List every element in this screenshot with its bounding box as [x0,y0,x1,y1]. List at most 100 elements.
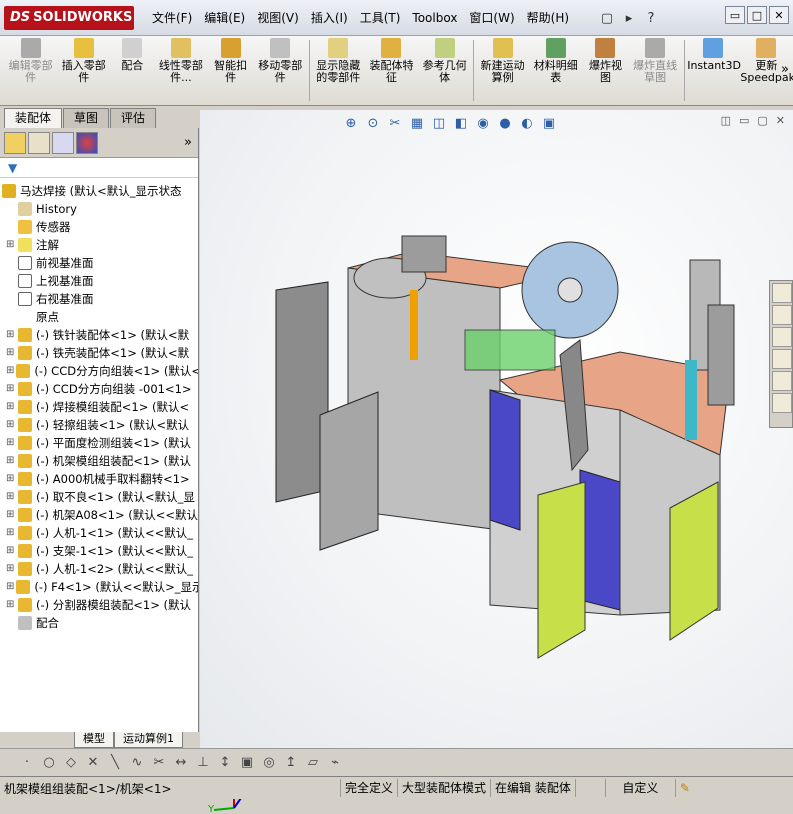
tab-motion-study[interactable]: 运动算例1 [114,732,183,748]
menu-item-4[interactable]: 工具(T) [354,8,407,28]
split-view-icon[interactable]: ◫ [721,114,731,127]
dimension-icon[interactable]: ↔ [170,755,192,770]
spline-icon[interactable]: ∿ [126,755,148,770]
tree-item[interactable]: 传感器 [0,218,198,236]
plane-icon[interactable]: ▱ [302,755,324,770]
close-button[interactable]: ✕ [769,6,789,24]
expand-icon[interactable]: ⊞ [6,560,16,578]
tab-model[interactable]: 模型 [74,732,114,748]
polygon-icon[interactable]: ◇ [60,755,82,770]
new-doc-icon[interactable]: ▢ [596,8,618,28]
cross-icon[interactable]: ✕ [82,755,104,770]
cmd-exploded-view-button[interactable]: 爆炸视图 [582,36,628,105]
cmd-bom-button[interactable]: 材料明细表 [529,36,582,105]
fm-expand-icon[interactable]: » [184,135,192,150]
tree-item[interactable]: ⊞ (-) 轻擦组装<1> (默认<默认 [0,416,198,434]
tree-item[interactable]: ⊞ (-) 人机-1<2> (默认<<默认_ [0,560,198,578]
expand-icon[interactable]: ⊞ [6,488,16,506]
expand-icon[interactable]: ⊞ [6,470,16,488]
tree-item[interactable]: 配合 [0,614,198,632]
tree-item[interactable]: ⊞ (-) A000机械手取料翻转<1> [0,470,198,488]
cmd-instant3d-button[interactable]: Instant3D [687,36,741,105]
view-settings-icon[interactable]: ▣ [538,113,560,133]
cmd-linear-pattern-button[interactable]: 线性零部件... [154,36,207,105]
tree-item[interactable]: History [0,200,198,218]
smart-icon[interactable]: ⌁ [324,755,346,770]
previous-view-icon[interactable]: ✂ [384,113,406,133]
tree-item[interactable]: ⊞ (-) 机架A08<1> (默认<<默认 [0,506,198,524]
tab-assembly[interactable]: 装配体 [4,108,63,128]
cmd-insert-component-button[interactable]: 插入零部件 [57,36,110,105]
view-palette-icon[interactable] [772,349,792,369]
assembly-model[interactable] [200,110,793,748]
expand-icon[interactable]: ⊞ [6,416,16,434]
display-manager-tab-icon[interactable] [76,131,98,154]
section-view-icon[interactable]: ▦ [406,113,428,133]
expand-icon[interactable]: ⊞ [6,326,16,344]
rebuild-icon[interactable]: ✎ [674,779,694,797]
open-icon[interactable]: ▸ [618,8,640,28]
custom-properties-icon[interactable] [772,393,792,413]
scene-icon[interactable]: ◐ [516,113,538,133]
cmd-assembly-feature-button[interactable]: 装配体特征 [365,36,418,105]
expand-icon[interactable]: ⊞ [6,236,16,254]
point-icon[interactable]: · [16,755,38,770]
graphics-area[interactable]: ⊕⊙✂▦◫◧◉●◐▣ ◫ ▭ ▢ ✕ Z Y [200,110,793,814]
tab-evaluate[interactable]: 评估 [110,108,157,128]
cmd-move-component-button[interactable]: 移动零部件 [254,36,307,105]
expand-icon[interactable]: ⊞ [6,542,16,560]
tree-item[interactable]: 上视基准面 [0,272,198,290]
tree-item[interactable]: 右视基准面 [0,290,198,308]
resources-icon[interactable] [772,283,792,303]
maximize-button[interactable]: □ [747,6,767,24]
menu-item-5[interactable]: Toolbox [406,8,463,28]
expand-icon[interactable]: ⊞ [6,380,16,398]
appearance-icon[interactable]: ● [494,113,516,133]
status-units[interactable]: 自定义 [604,779,675,797]
tree-item[interactable]: 原点 [0,308,198,326]
tree-item[interactable]: ⊞ (-) 取不良<1> (默认<默认_显 [0,488,198,506]
expand-icon[interactable]: ⊞ [6,398,16,416]
expand-icon[interactable]: ⊞ [6,596,16,614]
configuration-tab-icon[interactable] [52,131,74,154]
box-icon[interactable]: ▣ [236,755,258,770]
expand-icon[interactable]: ⊞ [6,452,16,470]
filter-icon[interactable]: ▼ [8,161,17,175]
expand-icon[interactable]: ⊞ [6,362,14,380]
menu-item-0[interactable]: 文件(F) [146,8,198,28]
viewport-restore-icon[interactable]: ▢ [757,114,767,127]
minimize-button[interactable]: ▭ [725,6,745,24]
view-orientation-icon[interactable]: ◫ [428,113,450,133]
arrow-icon[interactable]: ↥ [280,755,302,770]
display-style-icon[interactable]: ◧ [450,113,472,133]
feature-tree-tab-icon[interactable] [4,131,26,154]
tree-item[interactable]: ⊞ (-) CCD分方向组装<1> (默认< [0,362,198,380]
tree-item[interactable]: ⊞ (-) 支架-1<1> (默认<<默认_ [0,542,198,560]
trim-icon[interactable]: ✂ [148,755,170,770]
menu-item-7[interactable]: 帮助(H) [521,8,575,28]
cmd-reference-geometry-button[interactable]: 参考几何体 [418,36,471,105]
tree-item[interactable]: ⊞ (-) 铁壳装配体<1> (默认<默 [0,344,198,362]
expand-icon[interactable]: ⊞ [6,578,14,596]
property-manager-tab-icon[interactable] [28,131,50,154]
filter-bar[interactable]: ▼ [0,158,198,178]
tree-item[interactable]: 前视基准面 [0,254,198,272]
relation-icon[interactable]: ⊥ [192,755,214,770]
expand-icon[interactable]: ⊞ [6,506,16,524]
tree-item[interactable]: ⊞ (-) 焊接模组装配<1> (默认< [0,398,198,416]
tree-item[interactable]: ⊞ (-) 铁针装配体<1> (默认<默 [0,326,198,344]
appearances-icon[interactable] [772,371,792,391]
design-library-icon[interactable] [772,305,792,325]
tree-root[interactable]: 马达焊接 (默认<默认_显示状态 [0,182,198,200]
axis-icon[interactable]: ↕ [214,755,236,770]
tree-item[interactable]: ⊞ 注解 [0,236,198,254]
cmd-smart-fastener-button[interactable]: 智能扣件 [207,36,253,105]
tree-item[interactable]: ⊞ (-) 分割器模组装配<1> (默认 [0,596,198,614]
tree-item[interactable]: ⊞ (-) CCD分方向组装 -001<1> [0,380,198,398]
cmd-edit-component-button[interactable]: 编辑零部件 [4,36,57,105]
tree-item[interactable]: ⊞ (-) F4<1> (默认<<默认>_显示 [0,578,198,596]
expand-icon[interactable]: ⊞ [6,434,16,452]
help-icon[interactable]: ? [640,8,662,28]
menu-item-6[interactable]: 窗口(W) [463,8,520,28]
tab-sketch[interactable]: 草图 [63,108,110,128]
